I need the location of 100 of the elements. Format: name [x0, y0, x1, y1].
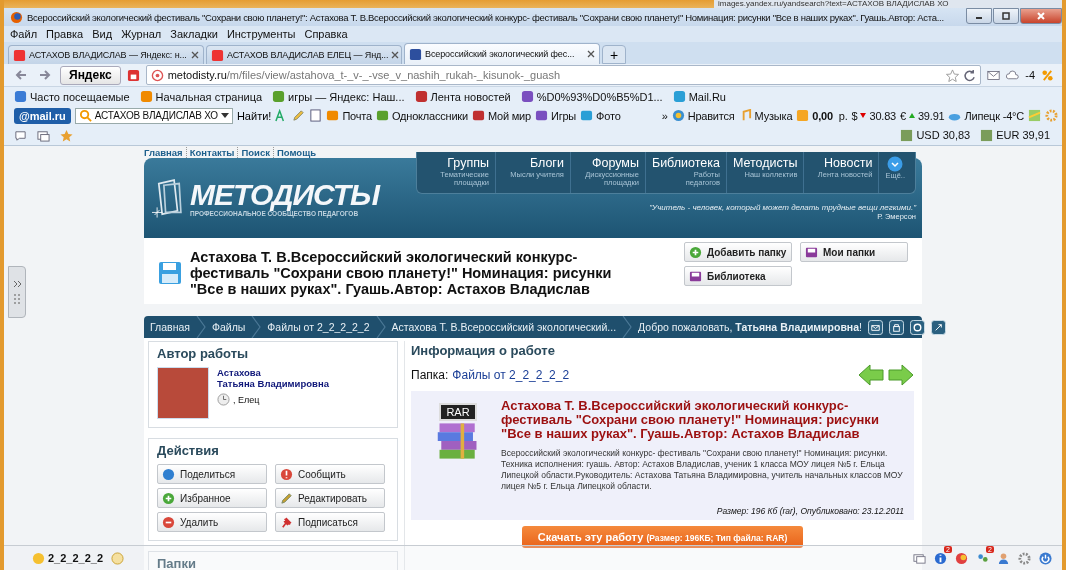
- menu-item[interactable]: Закладки: [170, 28, 218, 40]
- page-action-button[interactable]: Добавить папку: [684, 242, 792, 262]
- bookmark-item[interactable]: игры — Яндекс: Наш...: [272, 90, 405, 103]
- site-icon: [672, 90, 686, 103]
- author-name-link[interactable]: Татьяна Владимировна: [217, 378, 329, 389]
- top-link[interactable]: Помощь: [272, 146, 317, 158]
- folder-label: Папка:: [411, 368, 449, 382]
- bookmark-item[interactable]: %D0%93%D0%B5%D1...: [520, 90, 663, 103]
- star-icon[interactable]: [946, 68, 960, 82]
- address-field[interactable]: metodisty.ru/m/files/view/astahova_t-_v-_-vse_v_nashih_rukah-_kisunok-_guash: [145, 65, 982, 85]
- page-action-button[interactable]: Мои папки: [800, 242, 908, 262]
- author-name-link[interactable]: Астахова: [217, 367, 329, 378]
- top-link[interactable]: Контакты: [185, 146, 235, 158]
- next-arrow-icon[interactable]: [888, 364, 914, 386]
- close-icon[interactable]: [587, 50, 595, 58]
- find-button[interactable]: Найти!: [236, 109, 272, 122]
- toolbar-link[interactable]: Почта: [326, 109, 372, 122]
- lock-icon[interactable]: [888, 319, 904, 335]
- chat-icon[interactable]: [913, 551, 926, 565]
- edit-icon: [280, 491, 293, 505]
- clock-icon: [217, 393, 230, 406]
- usd-rate[interactable]: USD 30,83: [900, 128, 971, 142]
- close-button[interactable]: [1020, 8, 1062, 24]
- close-icon[interactable]: [191, 51, 199, 59]
- bookmark-item[interactable]: Начальная страница: [139, 90, 263, 103]
- action-button[interactable]: Удалить: [157, 512, 267, 532]
- toolbar-link[interactable]: Одноклассники: [375, 109, 468, 122]
- pencil-icon[interactable]: [292, 109, 306, 122]
- bookmark-item[interactable]: Mail.Ru: [672, 90, 726, 103]
- status-user[interactable]: 2_2_2_2_2: [32, 551, 104, 565]
- minimize-button[interactable]: [966, 8, 992, 24]
- breadcrumb-link[interactable]: Файлы от 2_2_2_2_2: [267, 321, 370, 333]
- action-button[interactable]: Подписаться: [275, 512, 385, 532]
- cloud-icon: [1006, 68, 1020, 82]
- maximize-button[interactable]: [993, 8, 1019, 24]
- wallet-icon: [796, 109, 810, 122]
- chart-icon: [900, 128, 914, 142]
- info-icon[interactable]: [934, 551, 947, 565]
- music-link[interactable]: Музыка: [738, 109, 793, 122]
- breadcrumb-link[interactable]: Файлы: [211, 321, 246, 333]
- menu-item[interactable]: Вид: [92, 28, 113, 40]
- action-button[interactable]: Сообщить: [275, 464, 385, 484]
- more-chevron[interactable]: »: [661, 109, 668, 122]
- screenshot-icon[interactable]: [37, 128, 50, 142]
- menu-item[interactable]: Справка: [304, 28, 348, 40]
- menu-item[interactable]: Правка: [46, 28, 84, 40]
- bookmark-item[interactable]: Часто посещаемые: [14, 90, 130, 103]
- weather-link[interactable]: Липецк -4°C: [948, 109, 1024, 122]
- browser-tab[interactable]: Всероссийский экологический фес...: [404, 43, 600, 64]
- people-icon[interactable]: [976, 551, 989, 565]
- menu-item[interactable]: Инструменты: [226, 28, 296, 40]
- document-icon[interactable]: [309, 109, 323, 122]
- menu-item[interactable]: Файл: [10, 28, 38, 40]
- browser-tab[interactable]: АСТАХОВ ВЛАДИСЛАВ ЕЛЕЦ — Янд...: [206, 45, 402, 64]
- likes-link[interactable]: Нравится: [671, 109, 735, 122]
- page-action-button[interactable]: Библиотека: [684, 266, 792, 286]
- user-icon[interactable]: [997, 551, 1010, 565]
- browser-tab[interactable]: АСТАХОВ ВЛАДИСЛАВ — Яндекс: н...: [8, 45, 204, 64]
- target-icon: [671, 109, 685, 122]
- reload-icon[interactable]: [963, 68, 977, 82]
- toolbar-link[interactable]: Фото: [580, 109, 621, 122]
- folder-link[interactable]: Файлы от 2_2_2_2_2: [452, 368, 570, 382]
- folder-icon: [805, 245, 818, 259]
- power-icon[interactable]: [1039, 551, 1052, 565]
- previous-arrow-icon[interactable]: [858, 364, 884, 386]
- logout-icon[interactable]: [930, 319, 946, 335]
- speech-bubble-icon[interactable]: [14, 128, 27, 142]
- menu-item[interactable]: Журнал: [121, 28, 162, 40]
- top-link[interactable]: Поиск: [237, 146, 270, 158]
- toolbar-link[interactable]: Мой мир: [471, 109, 531, 122]
- site-icon: [580, 109, 594, 122]
- search-engine-button[interactable]: Яндекс: [60, 65, 121, 85]
- caret-icon[interactable]: [220, 113, 229, 118]
- action-button[interactable]: Редактировать: [275, 488, 385, 508]
- site-icon: [150, 68, 164, 82]
- action-button[interactable]: Избранное: [157, 488, 267, 508]
- breadcrumb-link[interactable]: Астахова Т. В.Всероссийский экологический...: [391, 321, 617, 333]
- mail-logo-button[interactable]: @mail.ru: [14, 107, 71, 124]
- close-icon[interactable]: [391, 51, 400, 59]
- back-icon[interactable]: [14, 68, 28, 82]
- chevron-divider: [622, 316, 633, 338]
- top-link[interactable]: Главная: [144, 146, 183, 158]
- bookmark-item[interactable]: Лента новостей: [414, 90, 511, 103]
- sidebar-toggle[interactable]: [8, 266, 26, 318]
- add-icon: [162, 491, 175, 505]
- action-button[interactable]: Поделиться: [157, 464, 267, 484]
- toolbar-link[interactable]: Игры: [534, 109, 577, 122]
- mail-icon[interactable]: [867, 319, 883, 335]
- browser-icon: [10, 10, 23, 24]
- forward-icon[interactable]: [38, 68, 52, 82]
- new-tab-button[interactable]: +: [602, 45, 626, 64]
- gift-icon[interactable]: [955, 551, 968, 565]
- breadcrumb-link[interactable]: Главная: [150, 321, 190, 333]
- eur-rate[interactable]: EUR 39,91: [980, 128, 1050, 142]
- star-icon[interactable]: [60, 128, 73, 142]
- mail-icon[interactable]: [987, 68, 1001, 82]
- usd-rate: $ 30.83: [851, 109, 896, 122]
- percent-icon[interactable]: [1041, 68, 1054, 82]
- toolbar-search-field[interactable]: АСТАХОВ ВЛАДИСЛАВ ХО: [74, 107, 233, 124]
- balance-text[interactable]: 0,00 р.: [796, 109, 848, 122]
